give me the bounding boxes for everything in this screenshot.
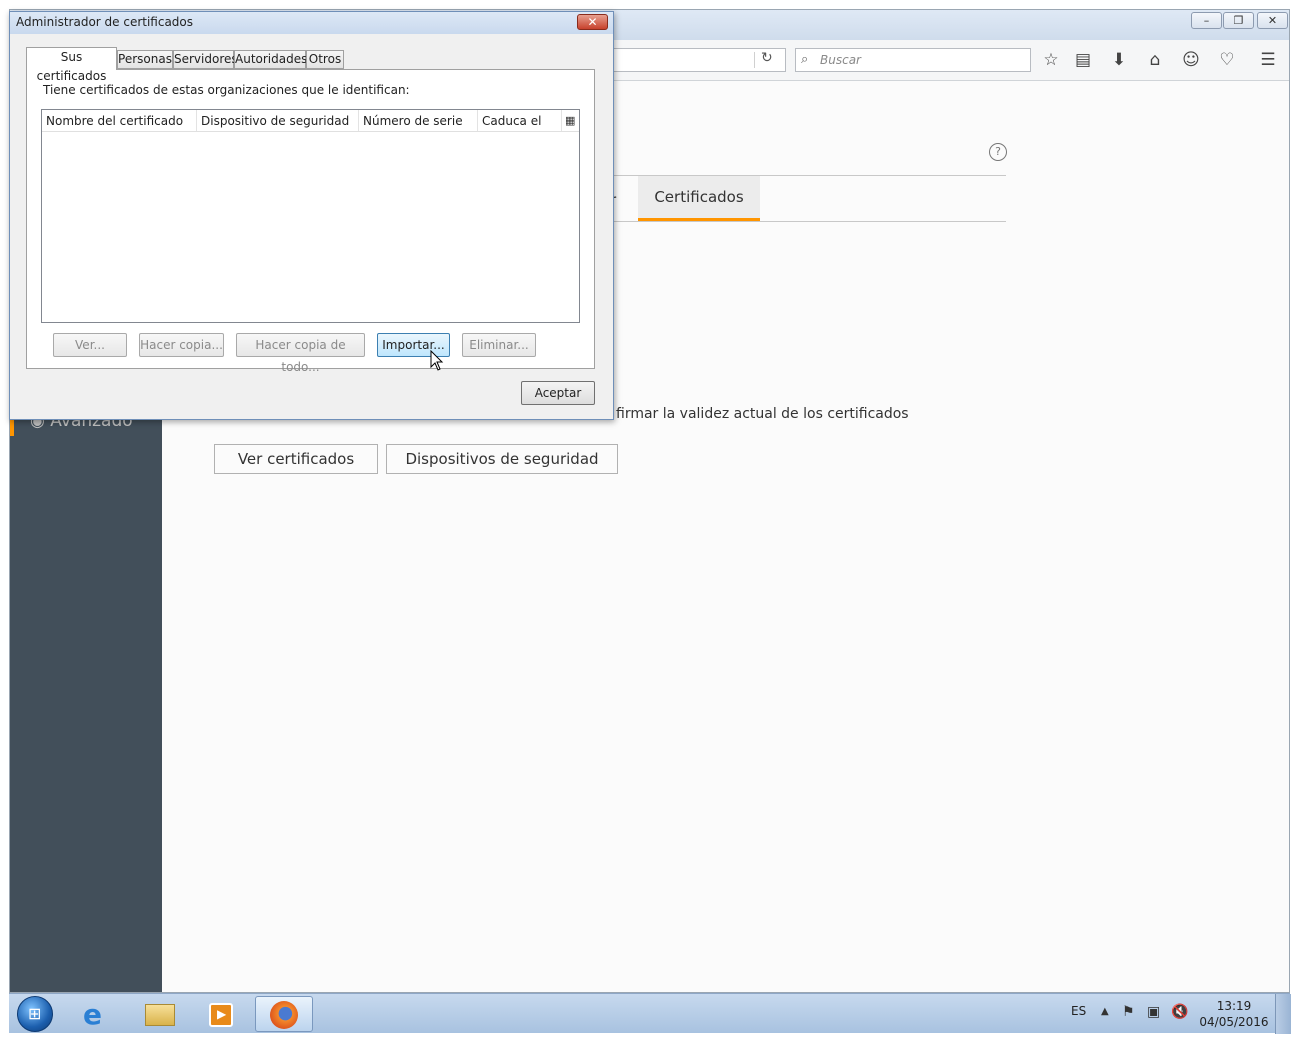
dialog-titlebar: Administrador de certificados ✕ xyxy=(10,12,613,34)
tab-servers[interactable]: Servidores xyxy=(173,50,238,69)
backup-all-button[interactable]: Hacer copia de todo... xyxy=(236,333,365,374)
taskbar-firefox[interactable] xyxy=(255,996,313,1032)
dialog-title: Administrador de certificados xyxy=(16,15,194,29)
dialog-close-button[interactable]: ✕ xyxy=(577,14,608,30)
url-bar-separator xyxy=(754,52,755,68)
tab-certificates[interactable]: Certificados xyxy=(638,176,760,221)
start-button[interactable]: ⊞ xyxy=(17,996,53,1032)
internet-explorer-icon: e xyxy=(83,998,102,1031)
tab-panel: Tiene certificados de estas organizacion… xyxy=(26,69,595,374)
tab-others[interactable]: Otros xyxy=(306,50,344,69)
close-icon: ✕ xyxy=(587,15,598,29)
close-window-button[interactable]: ✕ xyxy=(1257,12,1288,29)
tab-your-certificates[interactable]: Sus certificados xyxy=(26,47,117,83)
column-picker-icon[interactable]: ▦ xyxy=(565,114,575,127)
minimize-icon: – xyxy=(1203,14,1210,27)
tabs-bottom-divider xyxy=(610,221,1006,222)
taskbar-file-explorer[interactable] xyxy=(131,996,187,1032)
search-icon: ⌕ xyxy=(801,52,809,67)
view-button[interactable]: Ver... xyxy=(53,333,127,357)
volume-muted-icon[interactable]: 🔇 xyxy=(1171,1004,1188,1020)
view-certificates-button[interactable]: Ver certificados xyxy=(214,444,378,474)
bookmarks-menu-icon[interactable]: ▤ xyxy=(1072,50,1094,70)
reload-icon[interactable]: ↻ xyxy=(761,50,773,66)
minimize-button[interactable]: – xyxy=(1191,12,1222,29)
backup-button[interactable]: Hacer copia... xyxy=(139,333,224,357)
certificate-list[interactable]: Nombre del certificado Dispositivo de se… xyxy=(41,109,580,323)
download-icon[interactable]: ⬇ xyxy=(1108,50,1130,70)
show-hidden-icons-icon[interactable]: ▲ xyxy=(1101,1006,1109,1017)
action-center-flag-icon[interactable]: ⚑ xyxy=(1122,1004,1135,1020)
column-certificate-name[interactable]: Nombre del certificado xyxy=(42,110,197,131)
column-security-device[interactable]: Dispositivo de seguridad xyxy=(197,110,359,131)
close-icon: ✕ xyxy=(1267,14,1278,27)
restore-icon: ❐ xyxy=(1233,14,1244,27)
certificate-manager-dialog: Administrador de certificados ✕ Sus cert… xyxy=(9,11,614,420)
pocket-icon[interactable]: ♡ xyxy=(1216,50,1238,70)
accept-button[interactable]: Aceptar xyxy=(521,381,595,405)
media-player-icon: ▶ xyxy=(209,1003,233,1027)
search-placeholder: Buscar xyxy=(820,53,861,67)
network-icon[interactable]: ▣ xyxy=(1147,1004,1160,1020)
bookmark-star-icon[interactable]: ☆ xyxy=(1040,50,1062,70)
clock[interactable]: 13:19 04/05/2016 xyxy=(1199,998,1269,1030)
taskbar: ⊞ e ▶ ES ▲ ⚑ ▣ 🔇 13:19 04/05/2016 xyxy=(9,993,1291,1034)
windows-logo-icon: ⊞ xyxy=(28,1004,42,1023)
language-indicator[interactable]: ES xyxy=(1071,1004,1086,1018)
taskbar-internet-explorer[interactable]: e xyxy=(69,996,125,1032)
validity-description: firmar la validez actual de los certific… xyxy=(616,406,909,422)
folder-icon xyxy=(145,1004,175,1026)
show-desktop-button[interactable] xyxy=(1275,994,1291,1034)
taskbar-media-player[interactable]: ▶ xyxy=(193,996,249,1032)
tab-people[interactable]: Personas xyxy=(117,50,173,69)
mouse-cursor-icon xyxy=(430,350,444,371)
delete-button[interactable]: Eliminar... xyxy=(462,333,536,357)
firefox-icon xyxy=(270,1001,298,1029)
list-column-headers: Nombre del certificado Dispositivo de se… xyxy=(42,110,579,132)
url-bar[interactable]: ↻ xyxy=(610,48,786,72)
restore-button[interactable]: ❐ xyxy=(1223,12,1254,29)
home-icon[interactable]: ⌂ xyxy=(1144,50,1166,70)
column-serial-number[interactable]: Número de serie xyxy=(359,110,478,131)
clock-date: 04/05/2016 xyxy=(1199,1015,1269,1029)
chat-icon[interactable]: ☺ xyxy=(1180,50,1202,70)
search-bar[interactable]: ⌕ Buscar xyxy=(795,48,1031,72)
help-icon[interactable]: ? xyxy=(989,143,1007,161)
security-devices-button[interactable]: Dispositivos de seguridad xyxy=(386,444,618,474)
clock-time: 13:19 xyxy=(1216,999,1252,1013)
hamburger-menu-icon[interactable]: ☰ xyxy=(1257,50,1279,70)
column-expires[interactable]: Caduca el xyxy=(478,110,562,131)
tab-authorities[interactable]: Autoridades xyxy=(234,50,307,69)
